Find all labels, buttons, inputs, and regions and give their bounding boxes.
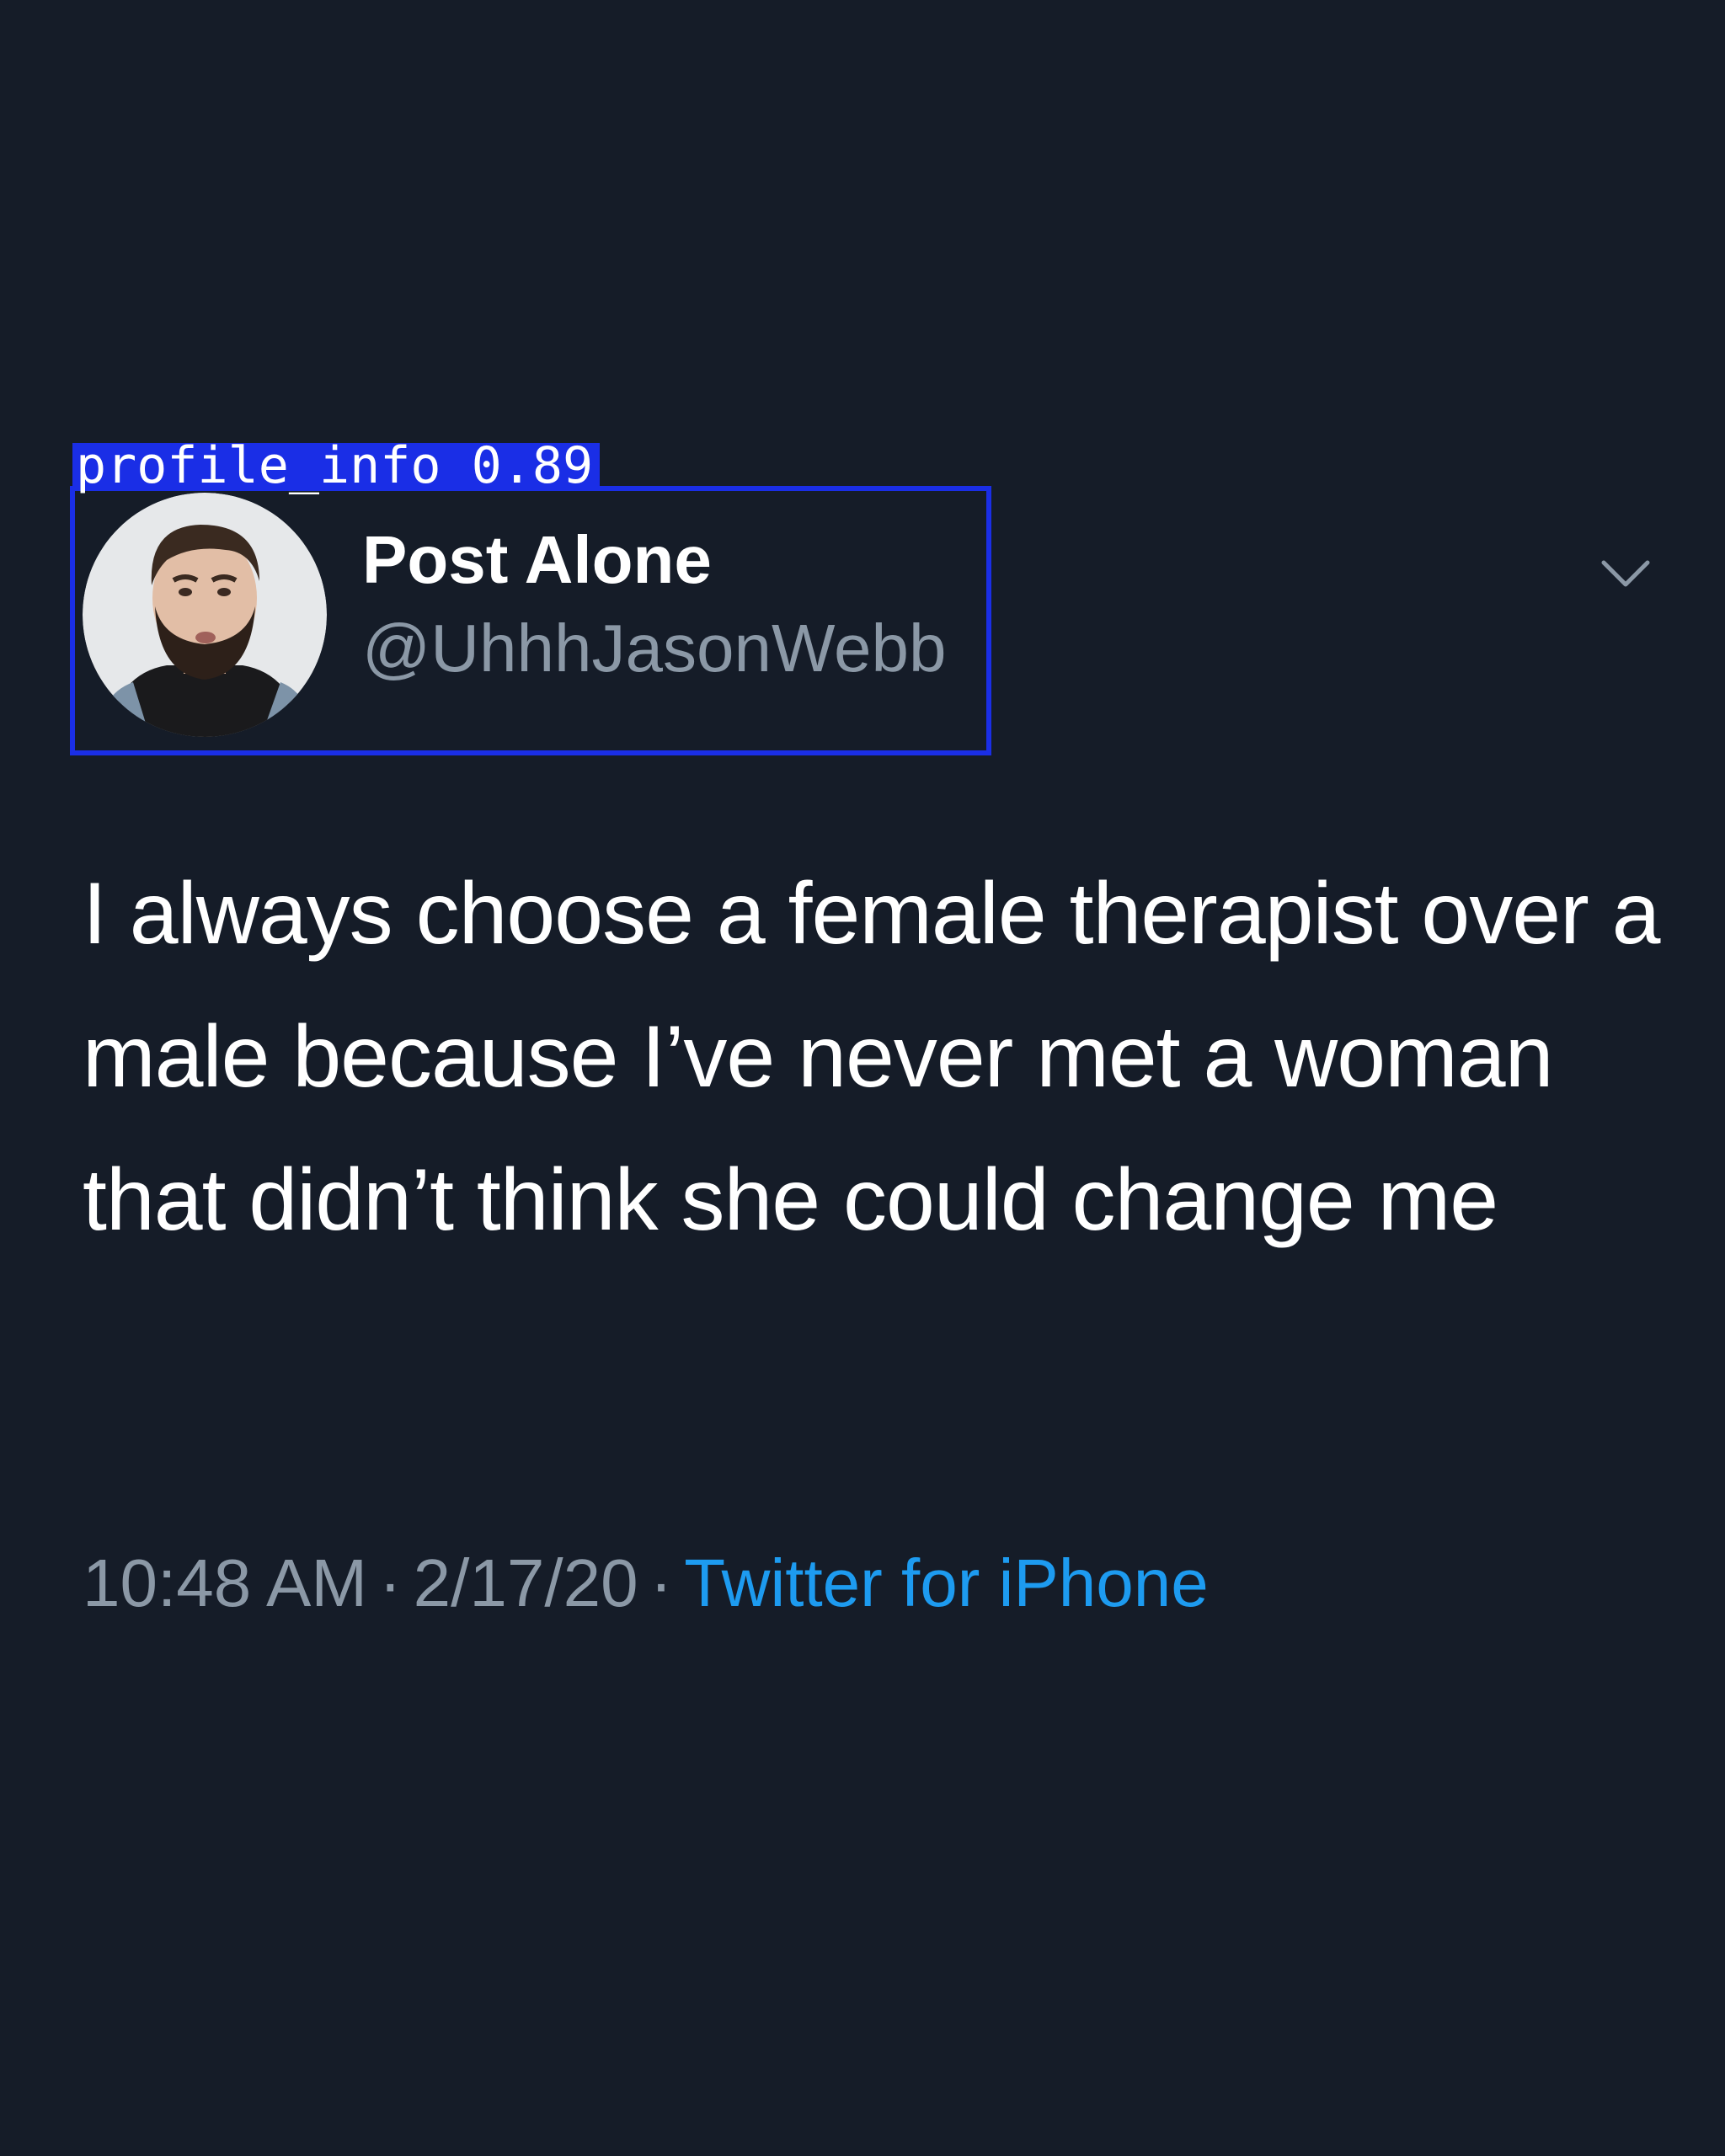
tweet-source-link[interactable]: Twitter for iPhone: [684, 1545, 1209, 1620]
display-name[interactable]: Post Alone: [362, 526, 712, 594]
detection-label-text: profile_info: [76, 436, 441, 495]
tweet-date[interactable]: 2/17/20: [414, 1545, 638, 1620]
tweet-meta: 10:48 AM · 2/17/20 · Twitter for iPhone: [83, 1550, 1209, 1617]
tweet-text: I always choose a female therapist over …: [83, 865, 1660, 1249]
avatar-photo: [83, 493, 327, 737]
meta-separator: ·: [379, 1545, 402, 1620]
detection-score: 0.89: [471, 436, 594, 495]
tweet-time[interactable]: 10:48 AM: [83, 1545, 367, 1620]
meta-separator: ·: [649, 1545, 673, 1620]
detection-label: profile_info 0.89: [72, 440, 601, 491]
user-handle[interactable]: @UhhhJasonWebb: [362, 615, 946, 682]
avatar[interactable]: [83, 493, 327, 737]
chevron-down-icon[interactable]: [1600, 558, 1651, 591]
